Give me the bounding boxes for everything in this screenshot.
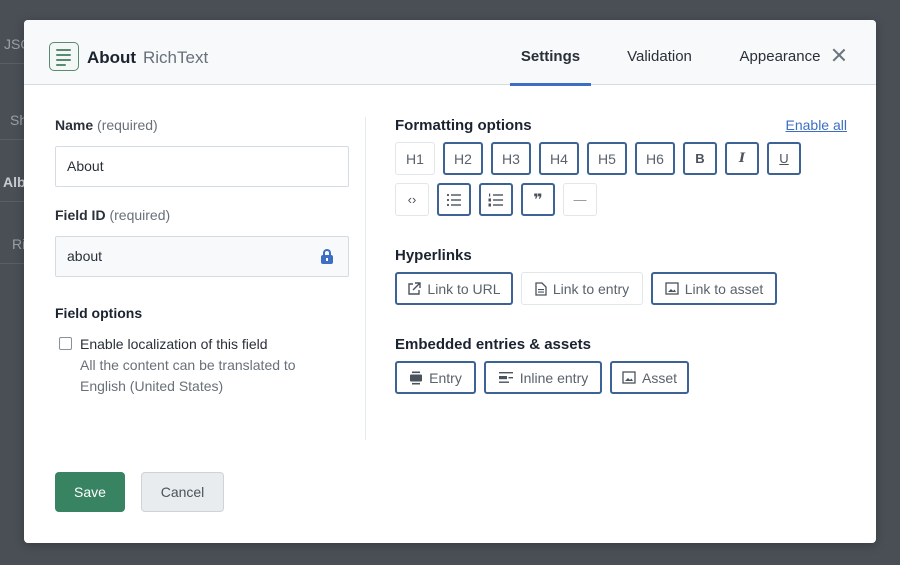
formatting-row-2: ‹› ❞ — [395, 183, 847, 216]
asset-label: Asset [641, 369, 677, 386]
toggle-inline-entry[interactable]: Inline entry [484, 361, 602, 394]
formatting-row-1: H1 H2 H3 H4 H5 H6 B I U [395, 142, 847, 175]
enable-all-link[interactable]: Enable all [786, 117, 848, 133]
toggle-link-to-entry[interactable]: Link to entry [521, 272, 643, 305]
background-fragment: JSO [0, 24, 24, 64]
hyperlinks-title: Hyperlinks [395, 247, 472, 264]
toggle-code[interactable]: ‹› [395, 183, 429, 216]
toggle-h5[interactable]: H5 [587, 142, 627, 175]
lock-icon [320, 249, 334, 265]
tab-bar: Settings Validation Appearance [510, 20, 832, 86]
background-fragment: Alb [0, 162, 24, 202]
image-icon [622, 371, 636, 384]
column-divider [365, 117, 366, 440]
toggle-h2[interactable]: H2 [443, 142, 483, 175]
external-link-icon [408, 281, 422, 295]
field-settings-modal: About RichText Settings Validation Appea… [24, 20, 876, 543]
field-title: About [87, 48, 137, 67]
cancel-button[interactable]: Cancel [141, 472, 224, 512]
localization-checkbox[interactable] [59, 337, 72, 350]
embedded-title: Embedded entries & assets [395, 336, 591, 353]
toggle-italic[interactable]: I [725, 142, 759, 175]
underline-icon: U [779, 151, 789, 166]
numbered-list-icon [488, 193, 503, 206]
italic-icon: I [738, 151, 746, 166]
toggle-h6[interactable]: H6 [635, 142, 675, 175]
rich-text-icon [49, 42, 79, 71]
background-fragment: Sh [0, 100, 24, 140]
bulleted-list-icon [446, 193, 461, 206]
localization-help: All the content can be translated to [80, 357, 296, 373]
localization-label[interactable]: Enable localization of this field [80, 334, 349, 355]
tab-validation[interactable]: Validation [591, 20, 728, 85]
toggle-quote[interactable]: ❞ [521, 183, 555, 216]
inline-entry-icon [498, 371, 513, 383]
image-icon [665, 282, 679, 295]
toggle-numbered-list[interactable] [479, 183, 513, 216]
link-to-asset-label: Link to asset [684, 280, 764, 297]
link-to-url-label: Link to URL [427, 280, 501, 297]
code-icon: ‹› [407, 192, 417, 207]
name-input[interactable]: About [55, 146, 349, 187]
horizontal-rule-icon: — [573, 192, 587, 207]
toggle-link-to-asset[interactable]: Link to asset [651, 272, 777, 305]
localization-option: Enable localization of this field All th… [55, 334, 349, 397]
toggle-bulleted-list[interactable] [437, 183, 471, 216]
field-id-input: about [55, 236, 349, 277]
field-options-title: Field options [55, 305, 143, 321]
modal-footer: Save Cancel [55, 472, 224, 512]
toggle-underline[interactable]: U [767, 142, 801, 175]
hyperlinks-row: Link to URL Link to entry Link to asset [395, 272, 847, 305]
save-button[interactable]: Save [55, 472, 125, 512]
tab-appearance[interactable]: Appearance [728, 20, 832, 85]
close-icon[interactable] [830, 46, 848, 64]
toggle-link-to-url[interactable]: Link to URL [395, 272, 513, 305]
bold-icon: B [695, 151, 705, 166]
localization-help-locale: English (United States) [80, 378, 224, 394]
rich-text-options: Formatting options Enable all H1 H2 H3 H… [395, 117, 847, 394]
toggle-embedded-entry[interactable]: Entry [395, 361, 476, 394]
field-id-label: Field ID (required) [55, 207, 171, 223]
toggle-bold[interactable]: B [683, 142, 717, 175]
toggle-embedded-asset[interactable]: Asset [610, 361, 689, 394]
toggle-horizontal-rule[interactable]: — [563, 183, 597, 216]
tab-settings[interactable]: Settings [510, 20, 591, 86]
background-fragment: Ri [0, 224, 24, 264]
toggle-h4[interactable]: H4 [539, 142, 579, 175]
formatting-title: Formatting options [395, 117, 532, 134]
inline-entry-label: Inline entry [519, 369, 589, 386]
entry-block-icon [410, 371, 423, 384]
document-icon [535, 281, 547, 296]
modal-header: About RichText Settings Validation Appea… [24, 20, 876, 86]
link-to-entry-label: Link to entry [552, 280, 630, 297]
field-type: RichText [143, 48, 209, 67]
formatting-header: Formatting options Enable all [395, 117, 847, 134]
name-label: Name (required) [55, 117, 158, 133]
entry-label: Entry [429, 369, 462, 386]
toggle-h1[interactable]: H1 [395, 142, 435, 175]
field-basics: Name (required) About Field ID (required… [55, 117, 349, 397]
toggle-h3[interactable]: H3 [491, 142, 531, 175]
embedded-row: Entry Inline entry Asset [395, 361, 847, 394]
quote-icon: ❞ [533, 191, 543, 209]
